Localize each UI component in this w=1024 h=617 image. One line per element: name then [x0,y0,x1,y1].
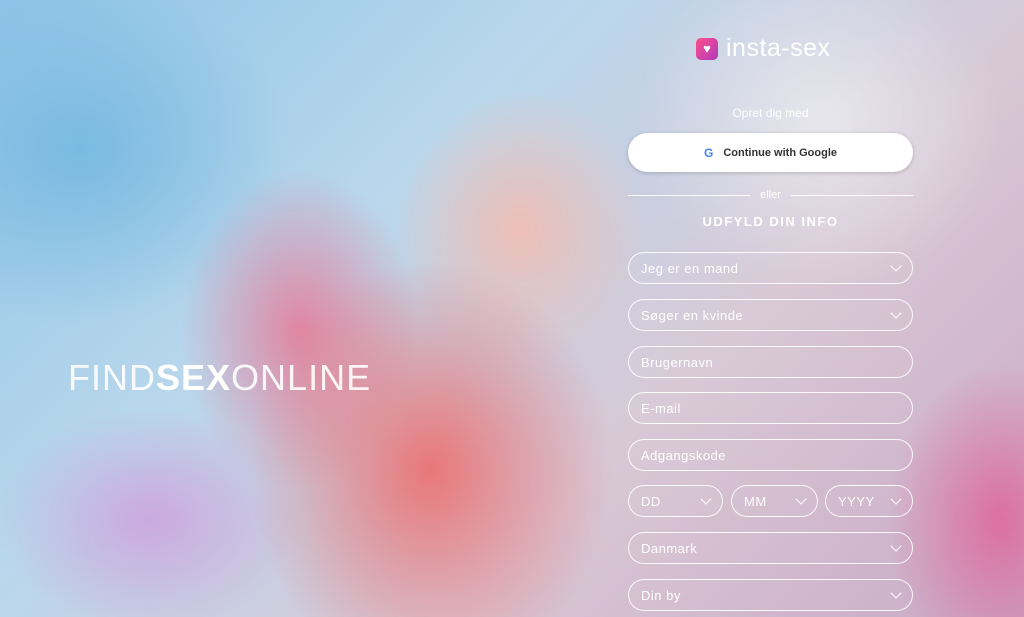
chevron-down-icon [890,587,902,599]
or-divider: eller [628,187,914,203]
username-placeholder: Brugernavn [641,354,714,370]
logo-text: insta-sex [726,34,831,62]
google-button-label: Continue with Google [723,146,837,159]
wordmark-find: FIND [68,357,156,398]
chevron-down-icon [700,493,712,505]
google-icon: G [704,145,714,160]
birth-day-select[interactable]: DD [628,485,723,517]
year-value: YYYY [838,493,875,509]
google-signin-button[interactable]: G Continue with Google [628,133,913,172]
seeking-select[interactable]: Søger en kvinde [628,299,913,331]
seeking-value: Søger en kvinde [641,307,744,323]
city-value: Din by [641,587,681,603]
divider-line-left [628,194,751,196]
gender-select[interactable]: Jeg er en mand [628,252,913,284]
divider-text: eller [760,189,781,201]
signup-subtitle: Opret dig med [732,106,809,120]
chevron-down-icon [795,493,807,505]
username-input[interactable]: Brugernavn [628,346,913,378]
country-value: Danmark [641,540,698,556]
password-placeholder: Adgangskode [641,447,727,463]
chevron-down-icon [890,307,902,319]
birth-month-select[interactable]: MM [731,485,818,517]
day-value: DD [641,493,661,509]
house-heart-icon: ♥ [696,37,718,60]
email-placeholder: E-mail [641,400,681,416]
password-input[interactable]: Adgangskode [628,439,913,471]
divider-line-right [790,194,914,196]
site-wordmark: FINDSEXONLINE [68,357,371,399]
month-value: MM [744,493,767,509]
city-select[interactable]: Din by [628,579,913,611]
chevron-down-icon [890,540,902,552]
email-input[interactable]: E-mail [628,392,913,424]
birth-year-select[interactable]: YYYY [825,485,913,517]
wordmark-sex: SEX [156,357,232,398]
section-title: UDFYLD DIN INFO [702,214,839,229]
gender-value: Jeg er en mand [641,260,739,276]
chevron-down-icon [890,493,902,505]
chevron-down-icon [890,260,902,272]
logo[interactable]: ♥ insta-sex [696,34,831,63]
wordmark-online: ONLINE [231,357,372,398]
country-select[interactable]: Danmark [628,532,913,564]
